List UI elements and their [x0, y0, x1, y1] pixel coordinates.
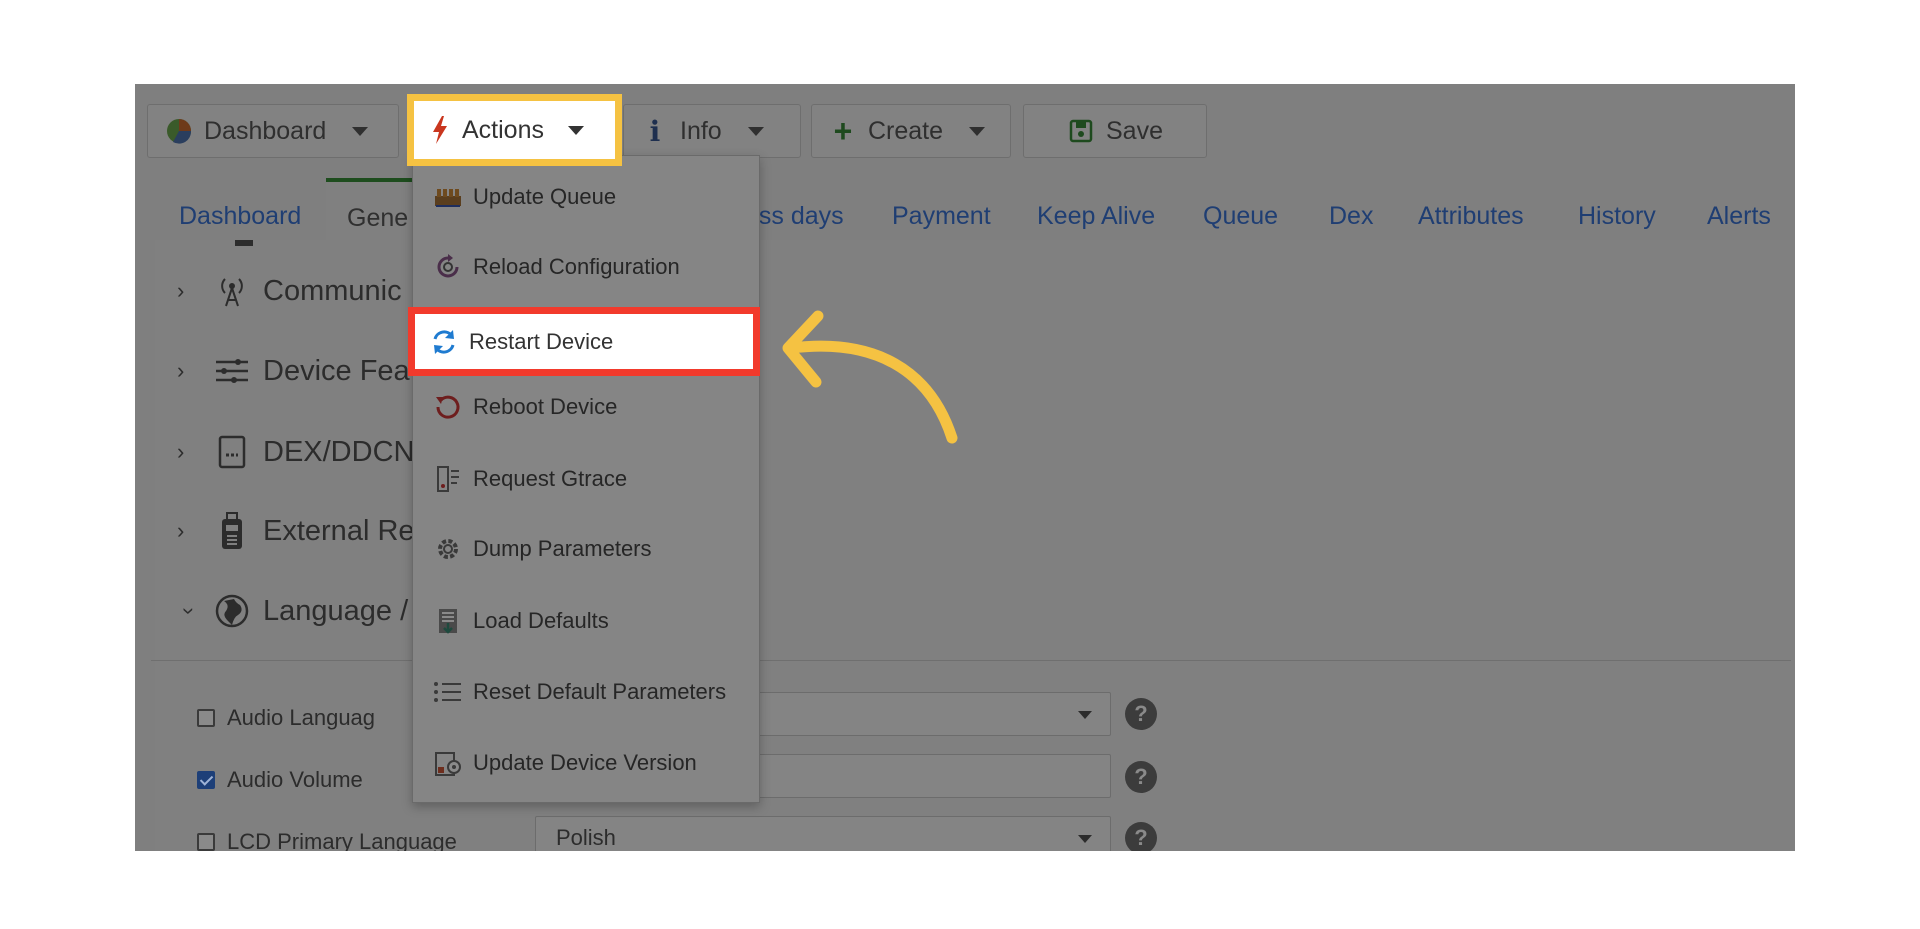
queue-icon [433, 182, 463, 212]
lightning-icon [430, 116, 450, 144]
gtrace-icon [433, 464, 463, 494]
chevron-down-icon [352, 126, 369, 136]
antenna-icon [213, 274, 251, 308]
app-screenshot: Dashboard i Info + Create Save Dashboard… [135, 84, 1795, 851]
section-label: Communic [263, 274, 402, 307]
menu-item-reset-default-parameters[interactable]: Reset Default Parameters [413, 663, 759, 721]
lcd-primary-language-select[interactable]: Polish [535, 816, 1111, 851]
help-icon[interactable]: ? [1125, 822, 1157, 851]
save-icon [1066, 116, 1096, 146]
globe-icon [213, 594, 251, 628]
dex-file-icon [213, 435, 251, 469]
save-button[interactable]: Save [1023, 104, 1207, 158]
help-icon[interactable]: ? [1125, 698, 1157, 730]
section-language[interactable]: › Language / [177, 594, 408, 628]
menu-item-reload-configuration[interactable]: Reload Configuration [413, 238, 759, 296]
chevron-right-icon: › [177, 439, 185, 464]
menu-item-label: Update Device Version [473, 750, 697, 775]
tab-general-label: Gene [347, 204, 409, 232]
setting-audio-volume: Audio Volume [197, 767, 363, 793]
menu-item-dump-parameters[interactable]: Dump Parameters [413, 520, 759, 578]
tab-keep-alive[interactable]: Keep Alive [1037, 202, 1155, 231]
menu-item-label: Load Defaults [473, 608, 609, 633]
tab-dex[interactable]: Dex [1329, 202, 1373, 231]
restart-icon [429, 327, 459, 357]
help-icon[interactable]: ? [1125, 761, 1157, 793]
section-divider [151, 660, 1791, 661]
save-label: Save [1106, 116, 1163, 145]
menu-item-label: Restart Device [469, 328, 614, 354]
info-icon: i [649, 114, 661, 148]
actions-menu-button[interactable]: Actions [407, 94, 622, 166]
section-label: External Re [263, 514, 415, 547]
menu-item-load-defaults[interactable]: Load Defaults [413, 592, 759, 650]
select-value: Polish [556, 825, 616, 850]
section-device-features[interactable]: › Device Fea [177, 354, 410, 388]
device-version-icon [433, 748, 463, 778]
menu-item-restart-device[interactable]: Restart Device [408, 307, 760, 376]
menu-item-label: Reset Default Parameters [473, 679, 727, 704]
chevron-right-icon: › [177, 358, 185, 383]
section-communication[interactable]: › Communic [177, 274, 402, 308]
chevron-down-icon [969, 126, 986, 136]
setting-audio-language: Audio Languag [197, 705, 375, 731]
section-external-readers[interactable]: › External Re [177, 512, 415, 549]
chevron-down-icon [567, 125, 584, 135]
menu-item-update-queue[interactable]: Update Queue [413, 168, 759, 226]
info-menu-button[interactable]: i Info [623, 104, 801, 158]
menu-item-label: Reload Configuration [473, 254, 680, 279]
actions-dropdown-menu: Update Queue Reload Configuration Reboot… [412, 155, 760, 803]
chevron-right-icon: › [177, 278, 185, 303]
menu-item-reboot-device[interactable]: Reboot Device [413, 378, 759, 436]
tab-attributes[interactable]: Attributes [1418, 202, 1524, 231]
tab-general[interactable]: Gene [326, 178, 416, 240]
section-label: DEX/DDCN [263, 435, 415, 468]
chevron-down-icon [747, 126, 764, 136]
tab-dashboard[interactable]: Dashboard [179, 202, 301, 231]
audio-language-checkbox[interactable] [197, 709, 215, 727]
tab-alerts[interactable]: Alerts [1707, 202, 1771, 231]
chevron-down-icon: › [177, 607, 202, 615]
create-menu-button[interactable]: + Create [811, 104, 1011, 158]
plus-icon: + [833, 112, 853, 149]
gear-icon [433, 534, 463, 564]
menu-item-request-gtrace[interactable]: Request Gtrace [413, 450, 759, 508]
setting-lcd-primary-language: LCD Primary Language [197, 829, 457, 851]
menu-item-update-device-version[interactable]: Update Device Version [413, 734, 759, 792]
annotation-arrow-icon [782, 310, 958, 444]
section-label: Language / [263, 594, 409, 627]
setting-label: LCD Primary Language [227, 829, 457, 851]
pie-chart-icon [164, 116, 194, 146]
tab-history[interactable]: History [1578, 202, 1656, 231]
tab-payment[interactable]: Payment [892, 202, 991, 231]
reboot-icon [433, 392, 463, 422]
actions-menu-label: Actions [462, 115, 544, 144]
info-menu-label: Info [680, 116, 722, 145]
menu-item-label: Update Queue [473, 184, 617, 209]
menu-item-label: Reboot Device [473, 394, 618, 419]
lcd-primary-language-checkbox[interactable] [197, 833, 215, 851]
chevron-down-icon [1078, 835, 1092, 843]
dashboard-menu-label: Dashboard [204, 116, 327, 145]
setting-label: Audio Volume [227, 767, 363, 792]
section-label: Device Fea [263, 354, 410, 387]
chevron-down-icon [1078, 711, 1092, 719]
chevron-right-icon: › [177, 518, 185, 543]
section-dex-ddcmp[interactable]: › DEX/DDCN [177, 435, 414, 469]
card-reader-icon [213, 512, 251, 549]
audio-volume-checkbox[interactable] [197, 771, 215, 789]
setting-label: Audio Languag [227, 705, 376, 730]
reload-config-icon [433, 252, 463, 282]
create-menu-label: Create [868, 116, 944, 145]
menu-item-label: Dump Parameters [473, 536, 652, 561]
sliders-icon [213, 354, 251, 388]
tab-queue[interactable]: Queue [1203, 202, 1278, 231]
dashboard-menu-button[interactable]: Dashboard [147, 104, 399, 158]
menu-item-label: Request Gtrace [473, 466, 628, 491]
scroll-marker [235, 240, 253, 246]
list-icon [433, 677, 463, 707]
load-defaults-icon [433, 606, 463, 636]
